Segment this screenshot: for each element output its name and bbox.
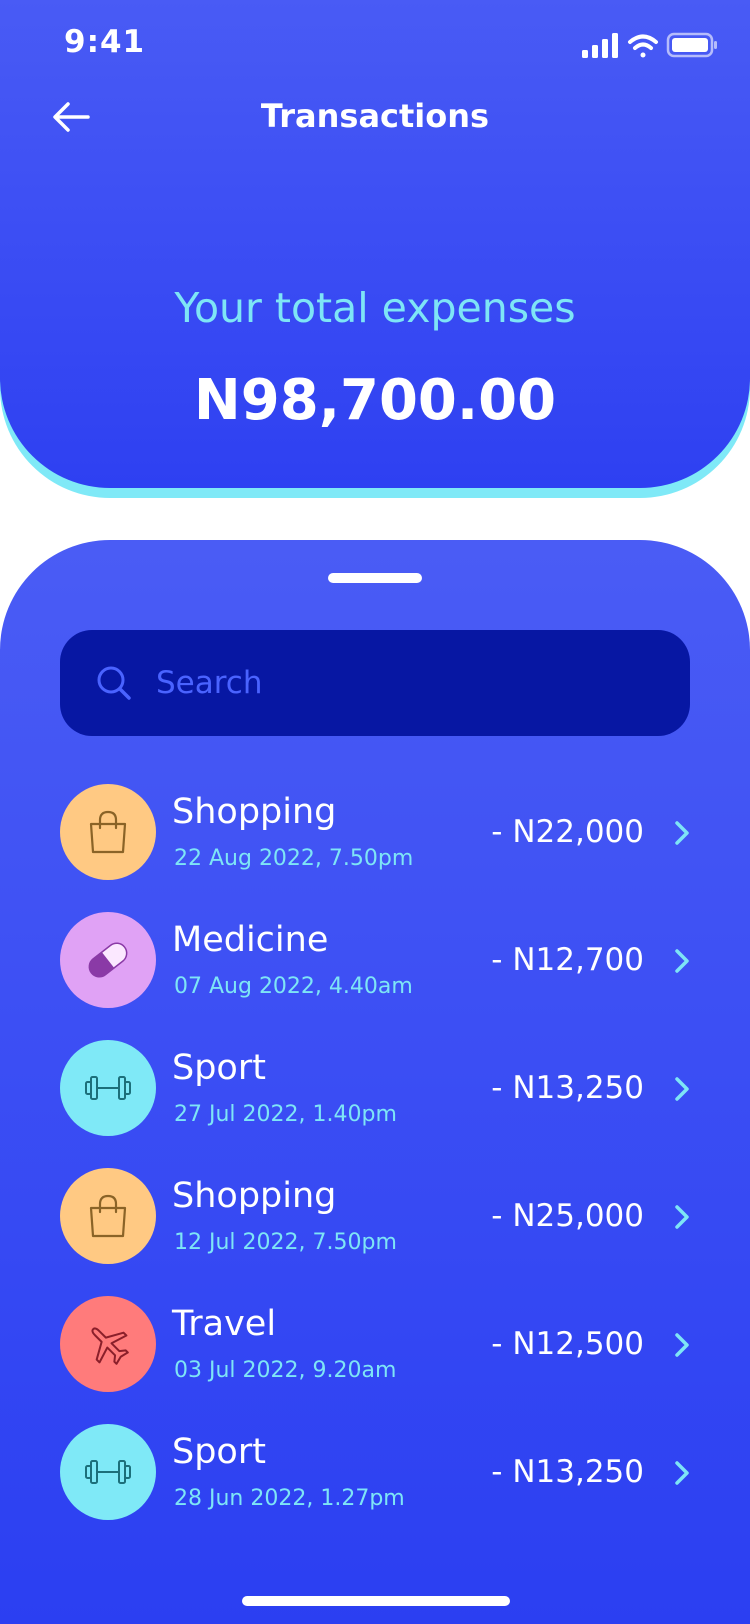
category-avatar [60,1424,156,1520]
chevron-right-icon [675,1205,689,1229]
transaction-category: Shopping [172,792,337,832]
transaction-amount: - N25,000 [491,1198,644,1234]
transaction-list: Shopping 22 Aug 2022, 7.50pm - N22,000 M… [0,784,750,1552]
sheet-drag-handle[interactable] [328,573,422,583]
pill-icon [88,942,128,978]
category-avatar [60,912,156,1008]
wifi-icon [628,34,658,58]
category-avatar [60,784,156,880]
transaction-date: 27 Jul 2022, 1.40pm [174,1102,397,1127]
transaction-amount: - N13,250 [491,1454,644,1490]
dumbbell-icon [85,1460,131,1484]
chevron-right-icon [675,949,689,973]
transaction-category: Medicine [172,920,329,960]
page-title: Transactions [260,97,490,135]
shopping-bag-icon [89,1194,127,1238]
search-bar[interactable] [60,630,690,736]
transaction-amount: - N12,500 [491,1326,644,1362]
transaction-category: Shopping [172,1176,337,1216]
home-indicator[interactable] [242,1596,510,1606]
signal-icon [582,33,618,58]
battery-icon [666,32,717,58]
transaction-row[interactable]: Sport 27 Jul 2022, 1.40pm - N13,250 [0,1040,750,1168]
chevron-right-icon [675,1461,689,1485]
chevron-right-icon [675,1333,689,1357]
dumbbell-icon [85,1076,131,1100]
transaction-date: 22 Aug 2022, 7.50pm [174,846,414,871]
transaction-row[interactable]: Shopping 12 Jul 2022, 7.50pm - N25,000 [0,1168,750,1296]
status-time: 9:41 [64,24,146,60]
transaction-amount: - N12,700 [491,942,644,978]
transaction-row[interactable]: Medicine 07 Aug 2022, 4.40am - N12,700 [0,912,750,1040]
airplane-icon [91,1327,129,1365]
status-icons [582,32,717,58]
category-avatar [60,1168,156,1264]
transaction-row[interactable]: Shopping 22 Aug 2022, 7.50pm - N22,000 [0,784,750,912]
chevron-right-icon [675,821,689,845]
category-avatar [60,1040,156,1136]
transaction-date: 03 Jul 2022, 9.20am [174,1358,397,1383]
transaction-row[interactable]: Sport 28 Jun 2022, 1.27pm - N13,250 [0,1424,750,1552]
search-icon [97,666,131,700]
transaction-date: 28 Jun 2022, 1.27pm [174,1486,405,1511]
transaction-date: 07 Aug 2022, 4.40am [174,974,413,999]
transaction-date: 12 Jul 2022, 7.50pm [174,1230,397,1255]
transaction-amount: - N22,000 [491,814,644,850]
category-avatar [60,1296,156,1392]
transaction-row[interactable]: Travel 03 Jul 2022, 9.20am - N12,500 [0,1296,750,1424]
transaction-category: Travel [172,1304,277,1344]
chevron-right-icon [675,1077,689,1101]
search-input[interactable] [154,652,658,714]
total-expenses-label: Your total expenses [174,284,576,332]
total-expenses-amount: N98,700.00 [193,368,557,433]
transaction-amount: - N13,250 [491,1070,644,1106]
transaction-category: Sport [172,1432,266,1472]
transactions-screen: 9:41 Transactions Your total expenses N9… [0,0,750,1624]
shopping-bag-icon [89,810,127,854]
transaction-category: Sport [172,1048,266,1088]
